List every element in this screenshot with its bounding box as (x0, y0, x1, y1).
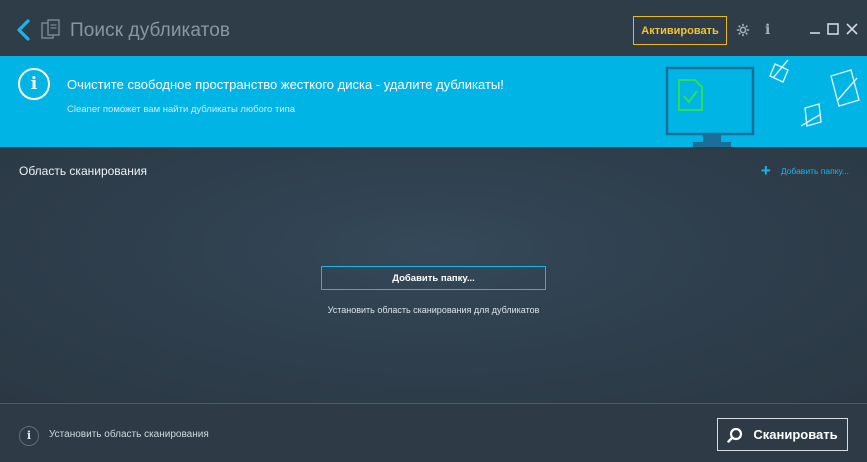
activate-button[interactable]: Активировать (633, 16, 727, 45)
scan-area-title: Область сканирования (19, 164, 148, 178)
status-text: Установить область сканирования (49, 429, 209, 440)
plus-icon: + (760, 161, 771, 180)
close-icon[interactable] (845, 22, 859, 36)
page-title: Поиск дубликатов (70, 20, 231, 41)
monitor-illustration-icon (665, 59, 860, 147)
add-folder-link-label: Добавить папку... (780, 166, 849, 176)
scan-button-label: Сканировать (753, 427, 838, 442)
duplicate-files-icon (41, 19, 60, 39)
scan-button[interactable]: Сканировать (717, 418, 848, 451)
scan-area-hint: Установить область сканирования для дубл… (327, 305, 540, 315)
gear-icon[interactable] (736, 23, 750, 37)
title-bar: Поиск дубликатов Активировать i (0, 0, 867, 56)
footer: i Установить область сканирования Сканир… (0, 404, 867, 462)
promo-banner: i Очистите свободное пространство жестко… (0, 56, 867, 147)
maximize-icon[interactable] (826, 22, 840, 36)
search-icon (727, 427, 743, 443)
back-arrow-icon[interactable] (14, 18, 34, 42)
minimize-icon[interactable] (808, 22, 822, 36)
info-icon[interactable]: i (765, 21, 773, 39)
banner-title: Очистите свободное пространство жесткого… (67, 77, 504, 92)
add-folder-link[interactable]: + Добавить папку... (760, 161, 849, 180)
add-folder-button[interactable]: Добавить папку... (321, 266, 546, 290)
scan-area-panel: Область сканирования + Добавить папку...… (0, 147, 867, 403)
info-circle-icon: i (18, 68, 50, 100)
info-circle-icon: i (19, 426, 39, 446)
banner-subtitle: Cleaner поможет вам найти дубликаты любо… (67, 104, 296, 115)
